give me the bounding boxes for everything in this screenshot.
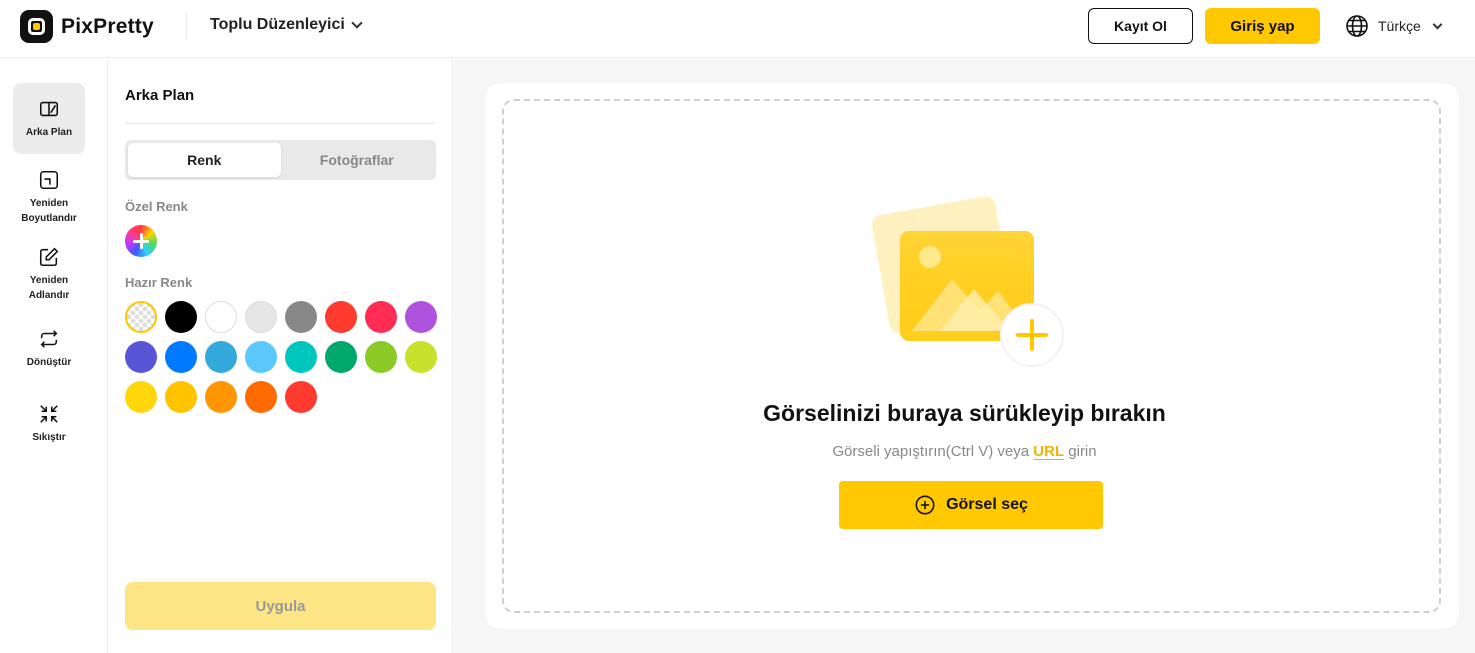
tool-rail: Arka Plan Yeniden Boyutlandır Yeniden Ad…: [0, 59, 108, 653]
color-swatch[interactable]: [365, 301, 397, 333]
compress-icon: [40, 405, 58, 423]
color-swatch[interactable]: [165, 301, 197, 333]
subtitle-prefix: Görseli yapıştırın(Ctrl V) veya: [832, 443, 1030, 460]
settings-panel: Arka Plan Renk Fotoğraflar Özel Renk Haz…: [109, 59, 453, 653]
image-upload-illustration: [872, 196, 1064, 367]
subtitle-suffix: girin: [1068, 443, 1097, 460]
chevron-down-icon: [1432, 19, 1443, 29]
rail-item-background[interactable]: Arka Plan: [13, 83, 85, 154]
swatch-transparent[interactable]: [125, 301, 157, 333]
tab-photos[interactable]: Fotoğraflar: [281, 143, 434, 177]
color-swatch[interactable]: [245, 381, 277, 413]
color-swatch[interactable]: [325, 301, 357, 333]
logo[interactable]: PixPretty: [20, 10, 154, 43]
rail-item-compress[interactable]: Sıkıştır: [13, 395, 85, 453]
resize-icon: [39, 170, 59, 189]
panel-title: Arka Plan: [125, 87, 195, 104]
color-swatch[interactable]: [125, 341, 157, 373]
color-swatch[interactable]: [285, 381, 317, 413]
rail-item-resize[interactable]: Yeniden Boyutlandır: [13, 162, 85, 232]
preset-color-grid: [125, 301, 445, 413]
color-swatch[interactable]: [285, 341, 317, 373]
login-button[interactable]: Giriş yap: [1205, 8, 1320, 44]
rail-label: Arka Plan: [25, 126, 73, 138]
plus-circle-icon: [915, 495, 935, 515]
bulk-editor-label: Toplu Düzenleyici: [210, 16, 345, 33]
color-swatch[interactable]: [285, 301, 317, 333]
color-swatch[interactable]: [205, 381, 237, 413]
color-swatch[interactable]: [205, 301, 237, 333]
language-selector[interactable]: Türkçe: [1345, 14, 1443, 38]
rename-icon: [39, 247, 59, 266]
header-divider: [186, 14, 187, 38]
top-header: PixPretty Toplu Düzenleyici Kayıt Ol Gir…: [0, 0, 1475, 58]
globe-icon: [1346, 15, 1368, 37]
select-image-label: Görsel seç: [946, 496, 1028, 513]
signup-button[interactable]: Kayıt Ol: [1088, 8, 1193, 44]
background-icon: [39, 101, 59, 116]
apply-button[interactable]: Uygula: [125, 582, 436, 630]
rail-label: Yeniden Boyutlandır: [21, 197, 77, 224]
select-image-button[interactable]: Görsel seç: [839, 481, 1103, 529]
color-swatch[interactable]: [365, 341, 397, 373]
bulk-editor-dropdown[interactable]: Toplu Düzenleyici: [210, 16, 363, 34]
convert-icon: [40, 330, 58, 348]
color-swatch[interactable]: [325, 341, 357, 373]
plus-icon-stroke: [139, 233, 143, 249]
color-swatch[interactable]: [405, 301, 437, 333]
color-swatch[interactable]: [125, 381, 157, 413]
rail-label: Yeniden Adlandır: [28, 274, 70, 301]
tab-color[interactable]: Renk: [128, 143, 281, 177]
color-swatch[interactable]: [245, 341, 277, 373]
rail-label: Sıkıştır: [32, 432, 66, 443]
url-link[interactable]: URL: [1033, 443, 1064, 460]
divider: [125, 123, 436, 124]
color-swatch[interactable]: [405, 341, 437, 373]
color-swatch[interactable]: [205, 341, 237, 373]
color-swatch[interactable]: [245, 301, 277, 333]
dropzone-subtitle: Görseli yapıştırın(Ctrl V) veya URL giri…: [454, 443, 1475, 460]
custom-color-label: Özel Renk: [125, 199, 188, 214]
logo-text: PixPretty: [61, 14, 154, 38]
tab-switcher: Renk Fotoğraflar: [125, 140, 436, 180]
rail-item-rename[interactable]: Yeniden Adlandır: [13, 239, 85, 309]
language-label: Türkçe: [1378, 18, 1421, 34]
rail-item-convert[interactable]: Dönüştür: [13, 321, 85, 377]
color-swatch[interactable]: [165, 341, 197, 373]
preset-color-label: Hazır Renk: [125, 275, 193, 290]
rail-label: Dönüştür: [26, 357, 72, 368]
color-swatch[interactable]: [165, 381, 197, 413]
custom-color-picker[interactable]: [125, 225, 157, 257]
chevron-down-icon: [351, 17, 363, 29]
logo-icon: [20, 10, 53, 43]
dropzone-title: Görselinizi buraya sürükleyip bırakın: [763, 400, 1166, 426]
